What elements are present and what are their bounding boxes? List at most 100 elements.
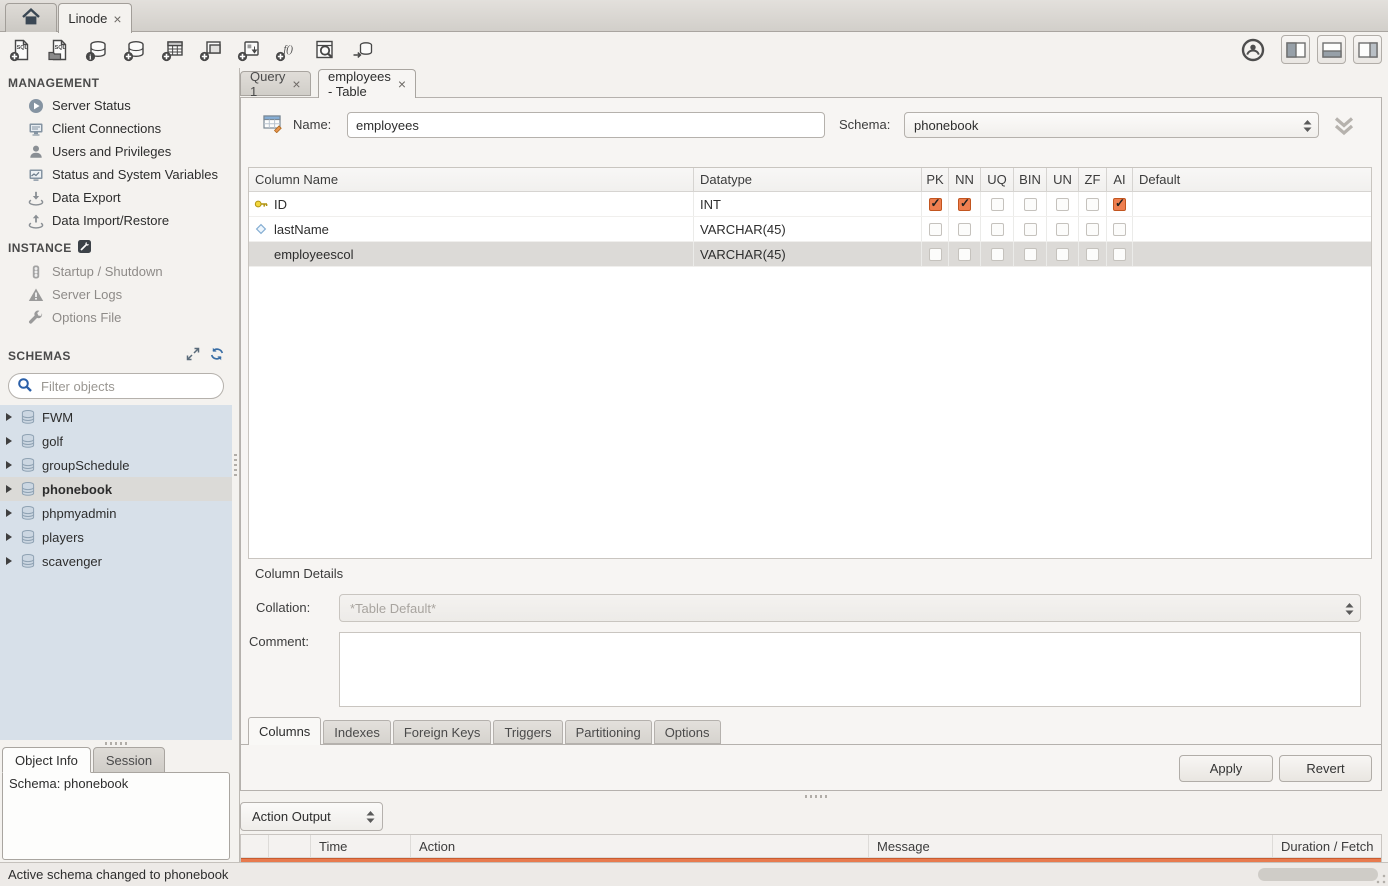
close-icon[interactable]: × — [113, 12, 121, 26]
toolbar-button-data-transfer[interactable] — [350, 37, 376, 63]
grid-header-ai[interactable]: AI — [1107, 168, 1133, 191]
unchecked-checkbox[interactable] — [1113, 223, 1126, 236]
sidebar-main-splitter[interactable] — [232, 68, 240, 862]
revert-button[interactable]: Revert — [1279, 755, 1372, 782]
unchecked-checkbox[interactable] — [1086, 248, 1099, 261]
chevron-double-down-icon[interactable] — [1331, 115, 1357, 140]
grid-header-uq[interactable]: UQ — [981, 168, 1014, 191]
tab-indexes[interactable]: Indexes — [323, 720, 391, 744]
sidebar-item-status-and-system-variables[interactable]: Status and System Variables — [0, 163, 232, 186]
tab-session[interactable]: Session — [93, 747, 165, 773]
apply-button[interactable]: Apply — [1179, 755, 1273, 782]
ao-header-blank[interactable] — [241, 835, 269, 857]
unchecked-checkbox[interactable] — [991, 223, 1004, 236]
unchecked-checkbox[interactable] — [1024, 248, 1037, 261]
tab-options[interactable]: Options — [654, 720, 721, 744]
unchecked-checkbox[interactable] — [958, 248, 971, 261]
column-row-lastName[interactable]: lastNameVARCHAR(45) — [249, 217, 1371, 242]
expander-icon[interactable] — [6, 509, 12, 517]
expander-icon[interactable] — [6, 557, 12, 565]
schema-filter-input[interactable] — [39, 378, 219, 395]
grid-header-bin[interactable]: BIN — [1014, 168, 1047, 191]
action-output-select[interactable]: Action Output — [240, 802, 383, 831]
unchecked-checkbox[interactable] — [958, 223, 971, 236]
unchecked-checkbox[interactable] — [929, 248, 942, 261]
expander-icon[interactable] — [6, 533, 12, 541]
table-name-input[interactable] — [347, 112, 825, 138]
toolbar-button-new-sql-tab[interactable]: SQL — [8, 37, 34, 63]
schema-item-FWM[interactable]: FWM — [0, 405, 232, 429]
unchecked-checkbox[interactable] — [1113, 248, 1126, 261]
ao-header-blank[interactable] — [269, 835, 311, 857]
column-row-employeescol[interactable]: employeescolVARCHAR(45) — [249, 242, 1371, 267]
grid-header-zf[interactable]: ZF — [1079, 168, 1107, 191]
grid-header-un[interactable]: UN — [1047, 168, 1079, 191]
toolbar-button-schema-info[interactable]: i — [84, 37, 110, 63]
unchecked-checkbox[interactable] — [1086, 198, 1099, 211]
expander-icon[interactable] — [6, 437, 12, 445]
output-splitter[interactable] — [240, 793, 1382, 799]
spinner-arrows-icon[interactable] — [1344, 601, 1355, 617]
toggle-right-panel-button[interactable] — [1353, 35, 1382, 64]
sidebar-item-server-status[interactable]: Server Status — [0, 94, 232, 117]
sidebar-item-server-logs[interactable]: Server Logs — [0, 283, 232, 306]
unchecked-checkbox[interactable] — [1086, 223, 1099, 236]
spinner-arrows-icon[interactable] — [365, 809, 376, 825]
tab-query-[interactable]: Query 1× — [240, 71, 311, 96]
schema-item-phonebook[interactable]: phonebook — [0, 477, 232, 501]
grid-header-default[interactable]: Default — [1133, 168, 1371, 191]
home-tab[interactable] — [5, 3, 57, 32]
unchecked-checkbox[interactable] — [929, 223, 942, 236]
checked-checkbox[interactable] — [1113, 198, 1126, 211]
sidebar-item-options-file[interactable]: Options File — [0, 306, 232, 329]
close-icon[interactable]: × — [398, 77, 406, 91]
tab-foreign-keys[interactable]: Foreign Keys — [393, 720, 492, 744]
sidebar-item-client-connections[interactable]: Client Connections — [0, 117, 232, 140]
toolbar-button-open-sql-file[interactable]: SQL — [46, 37, 72, 63]
schema-item-players[interactable]: players — [0, 525, 232, 549]
unchecked-checkbox[interactable] — [1056, 223, 1069, 236]
schema-item-scavenger[interactable]: scavenger — [0, 549, 232, 573]
sidebar-splitter[interactable] — [0, 740, 232, 747]
connection-status-icon[interactable] — [1239, 36, 1266, 63]
schema-select[interactable]: phonebook — [904, 112, 1319, 138]
expander-icon[interactable] — [6, 413, 12, 421]
unchecked-checkbox[interactable] — [991, 248, 1004, 261]
comment-textarea[interactable] — [339, 632, 1361, 707]
ao-header-time[interactable]: Time — [311, 835, 411, 857]
unchecked-checkbox[interactable] — [1056, 248, 1069, 261]
tab-triggers[interactable]: Triggers — [493, 720, 562, 744]
grid-header-datatype[interactable]: Datatype — [694, 168, 922, 191]
tab-partitioning[interactable]: Partitioning — [565, 720, 652, 744]
grid-header-column-name[interactable]: Column Name — [249, 168, 694, 191]
ao-header-action[interactable]: Action — [411, 835, 869, 857]
horizontal-scrollbar-thumb[interactable] — [1258, 868, 1378, 881]
tab-object-info[interactable]: Object Info — [2, 747, 91, 773]
grid-header-pk[interactable]: PK — [922, 168, 949, 191]
sidebar-item-users-and-privileges[interactable]: Users and Privileges — [0, 140, 232, 163]
unchecked-checkbox[interactable] — [1056, 198, 1069, 211]
toolbar-button-create-view[interactable] — [198, 37, 224, 63]
schema-item-phpmyadmin[interactable]: phpmyadmin — [0, 501, 232, 525]
toolbar-button-create-table[interactable] — [160, 37, 186, 63]
schema-item-groupSchedule[interactable]: groupSchedule — [0, 453, 232, 477]
collation-select[interactable]: *Table Default* — [339, 594, 1361, 622]
toggle-left-panel-button[interactable] — [1281, 35, 1310, 64]
tab-columns[interactable]: Columns — [248, 717, 321, 745]
unchecked-checkbox[interactable] — [1024, 223, 1037, 236]
spinner-arrows-icon[interactable] — [1302, 118, 1313, 134]
resize-grip[interactable] — [1376, 874, 1386, 884]
toolbar-button-create-schema[interactable] — [122, 37, 148, 63]
sidebar-item-startup-shutdown[interactable]: Startup / Shutdown — [0, 260, 232, 283]
schema-item-golf[interactable]: golf — [0, 429, 232, 453]
tab-employees-table[interactable]: employees - Table× — [318, 69, 416, 98]
unchecked-checkbox[interactable] — [1024, 198, 1037, 211]
toolbar-button-table-inspector[interactable] — [312, 37, 338, 63]
refresh-schemas-icon[interactable] — [210, 347, 224, 364]
toolbar-button-create-procedure[interactable] — [236, 37, 262, 63]
sidebar-item-data-import-restore[interactable]: Data Import/Restore — [0, 209, 232, 232]
toggle-bottom-panel-button[interactable] — [1317, 35, 1346, 64]
sidebar-item-data-export[interactable]: Data Export — [0, 186, 232, 209]
checked-checkbox[interactable] — [958, 198, 971, 211]
expander-icon[interactable] — [6, 485, 12, 493]
